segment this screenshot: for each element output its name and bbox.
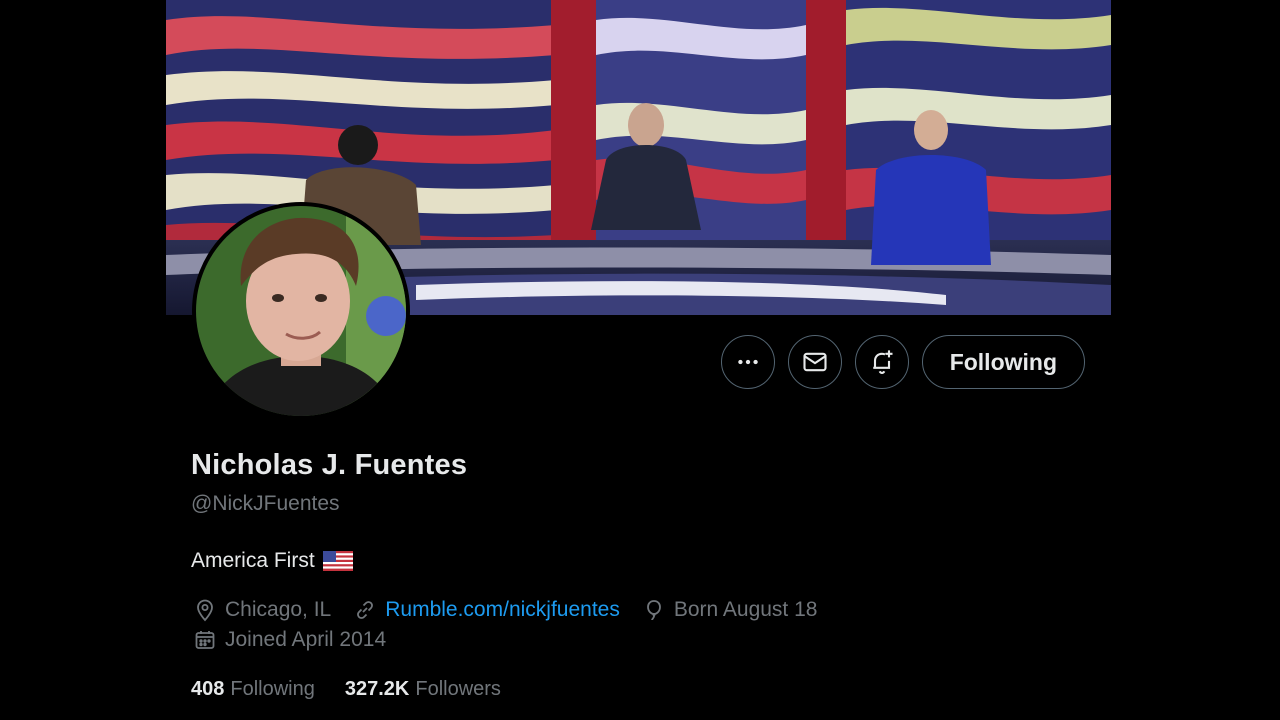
- screen-frame: Following Nicholas J. Fuentes @NickJFuen…: [0, 0, 1280, 720]
- profile-page: Following Nicholas J. Fuentes @NickJFuen…: [166, 0, 1111, 720]
- link-icon: [357, 601, 374, 619]
- notify-button[interactable]: [854, 335, 909, 389]
- location: Chicago, IL: [193, 598, 331, 622]
- following-count: 408: [191, 678, 225, 700]
- birthday: Born August 18: [642, 598, 818, 622]
- website[interactable]: Rumble.com/nickjfuentes: [353, 598, 620, 622]
- location-pin-icon: [197, 599, 213, 622]
- joined-text: Joined April 2014: [225, 628, 387, 651]
- bell-plus-icon: [872, 350, 893, 375]
- profile-bio: America First: [191, 549, 353, 573]
- calendar-icon: [195, 631, 215, 649]
- following-button[interactable]: Following: [921, 335, 1085, 389]
- us-flag-emoji: [322, 551, 353, 571]
- bio-text: America First: [191, 549, 315, 572]
- followers-label: Followers: [415, 678, 501, 700]
- followers-count: 327.2K: [344, 678, 410, 700]
- profile-actions: Following: [720, 335, 1085, 389]
- location-text: Chicago, IL: [225, 598, 332, 621]
- more-button[interactable]: [720, 335, 775, 389]
- birthday-text: Born August 18: [673, 598, 818, 621]
- website-link[interactable]: Rumble.com/nickjfuentes: [385, 598, 620, 622]
- following-stat[interactable]: 408 Following: [191, 678, 315, 701]
- display-name: Nicholas J. Fuentes: [191, 449, 468, 481]
- more-horizontal-icon: [737, 359, 758, 365]
- profile-meta-row: Joined April 2014: [193, 628, 408, 652]
- envelope-icon: [803, 352, 827, 372]
- follow-stats: 408 Following 327.2K Followers: [191, 678, 531, 701]
- balloon-icon: [646, 600, 661, 621]
- followers-stat[interactable]: 327.2K Followers: [345, 678, 501, 701]
- profile-meta-row: Chicago, IL Rumble.com/nickjfuentes Born…: [193, 598, 839, 622]
- message-button[interactable]: [787, 335, 842, 389]
- profile-avatar[interactable]: [192, 202, 410, 420]
- user-handle: @NickJFuentes: [191, 492, 340, 515]
- joined-date: Joined April 2014: [193, 628, 386, 652]
- following-label: Following: [230, 678, 315, 700]
